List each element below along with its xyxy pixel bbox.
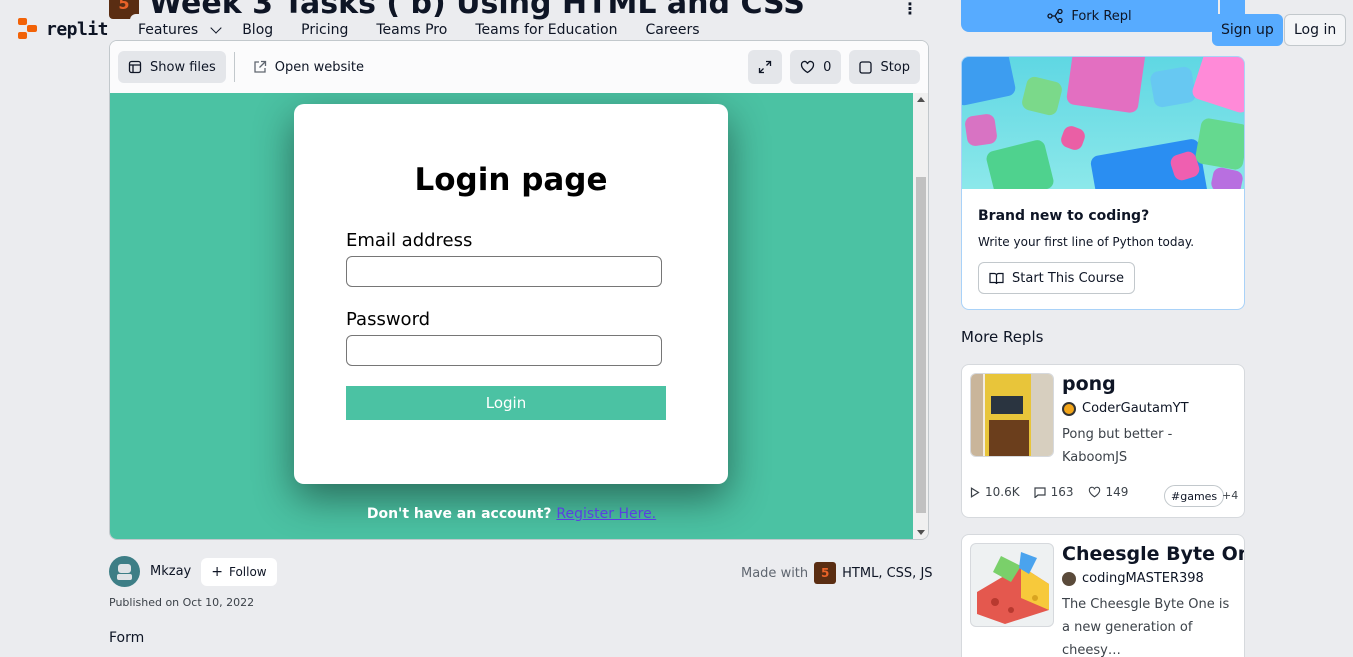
published-date: Published on Oct 10, 2022: [109, 596, 255, 609]
sign-up-button[interactable]: Sign up: [1212, 14, 1283, 46]
more-options-icon[interactable]: ⋮: [902, 1, 918, 17]
author-row: Mkzay + Follow: [109, 556, 277, 587]
runs-count: 10.6K: [985, 485, 1020, 499]
fork-repl-button[interactable]: Fork Repl: [961, 0, 1218, 32]
stop-button[interactable]: Stop: [849, 50, 920, 84]
scroll-down-arrow-icon[interactable]: [917, 530, 925, 535]
comment-icon: [1033, 486, 1046, 498]
webview-toolbar: Show files Open website 0 Stop: [110, 41, 928, 93]
show-files-label: Show files: [150, 59, 216, 75]
owner-avatar: [1062, 571, 1076, 586]
brand-name: replit: [46, 18, 109, 40]
chevron-down-icon: [210, 22, 222, 34]
start-course-button[interactable]: Start This Course: [978, 262, 1135, 294]
author-name[interactable]: Mkzay: [150, 564, 191, 579]
repl-description: Pong but better - KaboomJS: [1062, 427, 1173, 465]
open-website-button[interactable]: Open website: [243, 51, 374, 83]
files-icon: [128, 60, 142, 74]
repl-owner-name: codingMASTER398: [1082, 571, 1204, 586]
repl-name[interactable]: Cheesgle Byte One: [1062, 543, 1244, 565]
runs-stat: 10.6K: [970, 485, 1020, 499]
register-prompt: Don't have an account? Register Here.: [110, 506, 913, 522]
likes-stat: 149: [1088, 485, 1129, 499]
more-tags: +4: [1222, 489, 1239, 502]
promo-subtitle: Write your first line of Python today.: [978, 235, 1195, 249]
fork-icon: [1047, 9, 1063, 23]
register-link[interactable]: Register Here.: [556, 506, 656, 522]
follow-button[interactable]: + Follow: [201, 557, 277, 586]
html5-icon: 5: [814, 562, 837, 584]
webview-content: Login page Email address Password Login …: [110, 93, 913, 539]
repl-description: Form: [109, 630, 145, 646]
made-with: Made with 5 HTML, CSS, JS: [741, 562, 933, 584]
heart-icon: [801, 60, 815, 74]
email-label: Email address: [346, 230, 473, 251]
replit-logo[interactable]: replit: [18, 18, 109, 40]
book-icon: [989, 272, 1004, 284]
like-count: 0: [823, 59, 832, 75]
likes-count: 149: [1105, 485, 1129, 499]
log-in-button[interactable]: Log in: [1284, 14, 1347, 46]
cheese-image: [977, 552, 1049, 624]
nav-features-label: Features: [138, 22, 199, 38]
languages[interactable]: HTML, CSS, JS: [842, 566, 932, 581]
replit-logo-icon: [18, 18, 38, 40]
repl-owner[interactable]: CoderGautamYT: [1062, 401, 1189, 416]
repl-stats: 10.6K 163 149: [970, 485, 1128, 499]
plus-icon: +: [211, 563, 223, 580]
repl-owner-name: CoderGautamYT: [1082, 401, 1189, 416]
webview-panel: Show files Open website 0 Stop Login pag…: [109, 40, 929, 540]
repl-description: The Cheesgle Byte One is a new generatio…: [1062, 597, 1230, 657]
more-repls-heading: More Repls: [961, 328, 1044, 346]
repl-name[interactable]: pong: [1062, 373, 1116, 395]
login-button[interactable]: Login: [346, 386, 666, 420]
tag-games[interactable]: #games: [1164, 485, 1225, 507]
owner-avatar: [1062, 401, 1076, 416]
repl-card-cheesgle[interactable]: Cheesgle Byte One codingMASTER398 The Ch…: [961, 534, 1245, 657]
heart-icon: [1088, 486, 1100, 498]
login-heading: Login page: [414, 162, 608, 198]
preview-scrollbar[interactable]: [913, 93, 928, 539]
scroll-up-arrow-icon[interactable]: [917, 97, 925, 102]
made-with-label: Made with: [741, 565, 809, 581]
external-link-icon: [254, 60, 266, 73]
play-icon: [970, 486, 980, 498]
promo-illustration: [962, 57, 1244, 189]
fork-label: Fork Repl: [1071, 8, 1132, 24]
comments-count: 163: [1050, 485, 1074, 499]
repl-thumbnail: [970, 373, 1054, 457]
start-course-label: Start This Course: [1012, 270, 1124, 286]
follow-label: Follow: [228, 564, 267, 579]
course-promo-card: Brand new to coding? Write your first li…: [961, 56, 1245, 310]
promo-title: Brand new to coding?: [978, 208, 1150, 224]
scroll-thumb[interactable]: [916, 177, 926, 513]
author-avatar[interactable]: [109, 556, 140, 587]
expand-icon: [759, 60, 772, 74]
toolbar-divider: [233, 52, 235, 82]
like-button[interactable]: 0: [790, 50, 842, 84]
repl-thumbnail: [970, 543, 1054, 627]
show-files-button[interactable]: Show files: [118, 51, 226, 83]
repl-card-pong[interactable]: pong CoderGautamYT Pong but better - Kab…: [961, 364, 1245, 518]
expand-button[interactable]: [748, 50, 783, 84]
repl-owner[interactable]: codingMASTER398: [1062, 571, 1204, 586]
register-prompt-text: Don't have an account?: [366, 506, 552, 522]
stop-label: Stop: [880, 59, 910, 75]
email-field[interactable]: [346, 256, 662, 287]
password-label: Password: [346, 309, 431, 330]
login-card: Login page Email address Password Login: [294, 104, 728, 484]
password-field[interactable]: [346, 335, 662, 366]
comments-stat: 163: [1033, 485, 1074, 499]
open-website-label: Open website: [274, 59, 364, 75]
stop-icon: [859, 60, 873, 74]
